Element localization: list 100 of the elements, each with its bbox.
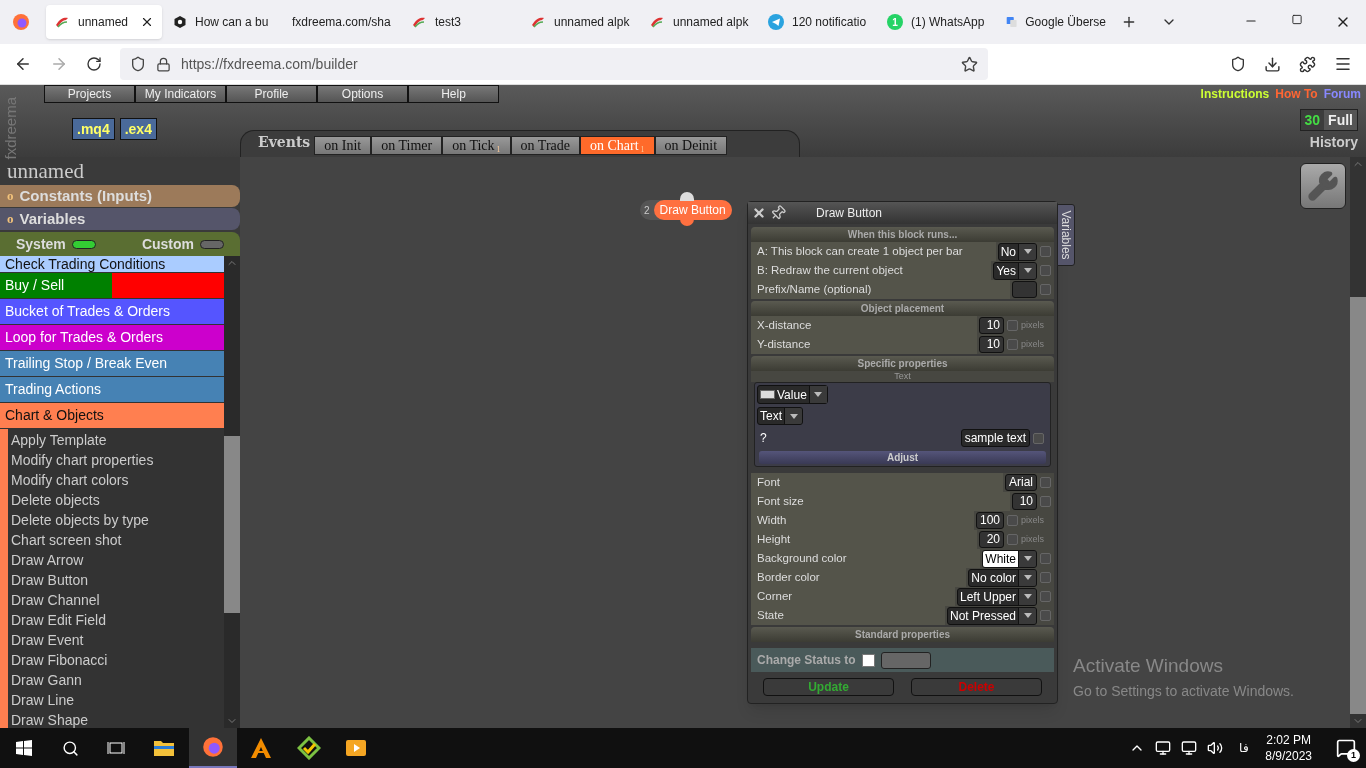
input-field[interactable]: 10 xyxy=(979,336,1004,353)
select-field[interactable]: Text xyxy=(757,407,803,425)
input-field[interactable]: 100 xyxy=(975,512,1004,529)
browser-tab[interactable]: unnamed xyxy=(46,5,162,39)
input-field[interactable]: Arial xyxy=(1005,474,1037,491)
status-field[interactable] xyxy=(880,651,931,669)
task-view-icon[interactable] xyxy=(107,740,125,756)
extensions-icon[interactable] xyxy=(1299,55,1316,73)
event-tab[interactable]: on Deinit xyxy=(654,136,728,155)
status-checkbox[interactable] xyxy=(861,653,875,667)
menu-item[interactable]: Profile xyxy=(226,85,317,103)
browser-tab[interactable]: 1 (1) WhatsApp xyxy=(879,5,995,39)
block-item[interactable]: Draw Arrow xyxy=(8,550,224,570)
folder-icon[interactable] xyxy=(153,739,175,757)
browser-tab[interactable]: How can a bu xyxy=(165,5,281,39)
category-item[interactable]: Check Trading Conditions xyxy=(0,256,224,273)
new-tab-icon[interactable] xyxy=(1121,14,1137,30)
text-value-field[interactable]: sample text xyxy=(960,429,1030,447)
block-item[interactable]: Modify chart properties xyxy=(8,450,224,470)
clock[interactable]: 2:02 PM 8/9/2023 xyxy=(1265,732,1312,764)
settings-button[interactable] xyxy=(1300,163,1346,209)
select-field[interactable]: No xyxy=(997,242,1037,261)
browser-tab[interactable]: 120 notificatio xyxy=(760,5,876,39)
category-item[interactable]: Loop for Trades & Orders xyxy=(0,325,224,351)
block-item[interactable]: Draw Line xyxy=(8,690,224,710)
update-button[interactable]: Update xyxy=(763,678,894,696)
browser-tab[interactable]: fxdreema.com/sha xyxy=(284,5,400,39)
checkbox[interactable] xyxy=(1033,432,1044,444)
select-field[interactable]: White xyxy=(982,549,1037,568)
checkbox[interactable] xyxy=(1007,515,1018,526)
adjust-button[interactable]: Adjust xyxy=(759,451,1046,464)
block-item[interactable]: Draw Event xyxy=(8,630,224,650)
event-tab[interactable]: on Trade xyxy=(510,136,580,155)
select-field[interactable]: Not Pressed xyxy=(946,606,1037,625)
back-icon[interactable] xyxy=(14,55,32,73)
input-field[interactable] xyxy=(1012,281,1037,298)
menu-icon[interactable] xyxy=(1334,55,1352,73)
block-item[interactable]: Draw Fibonacci xyxy=(8,650,224,670)
browser-logo-icon[interactable] xyxy=(12,13,30,31)
language-indicator[interactable]: فا xyxy=(1239,739,1250,757)
search-icon[interactable] xyxy=(62,739,79,757)
block-item[interactable]: Delete objects by type xyxy=(8,510,224,530)
checkbox[interactable] xyxy=(1040,246,1051,257)
canvas-scrollbar[interactable] xyxy=(1350,157,1366,728)
category-item[interactable]: Buy / Sell xyxy=(0,273,224,299)
lock-icon[interactable] xyxy=(156,56,171,72)
block-item[interactable]: Modify chart colors xyxy=(8,470,224,490)
checkbox[interactable] xyxy=(1040,284,1051,295)
category-item[interactable]: Trading Actions xyxy=(0,377,224,403)
close-icon[interactable] xyxy=(140,15,154,29)
block-item[interactable]: Draw Edit Field xyxy=(8,610,224,630)
bookmark-icon[interactable] xyxy=(961,55,978,73)
section-bar[interactable]: o Variables xyxy=(0,208,240,230)
browser-tab[interactable]: unnamed alpk xyxy=(641,5,757,39)
block-item[interactable]: Draw Button xyxy=(8,570,224,590)
menu-item[interactable]: My Indicators xyxy=(135,85,226,103)
diamond-logo-icon[interactable] xyxy=(297,736,321,760)
event-tab[interactable]: on Timer xyxy=(371,136,443,155)
block-item[interactable]: Draw Channel xyxy=(8,590,224,610)
checkbox[interactable] xyxy=(1040,265,1051,276)
scroll-thumb[interactable] xyxy=(224,436,240,613)
checkbox[interactable] xyxy=(1040,553,1051,564)
history-toggle[interactable]: 30 Full xyxy=(1299,109,1358,131)
browser-logo-icon[interactable] xyxy=(202,736,224,758)
triangle-logo-icon[interactable] xyxy=(249,736,273,760)
network-icon[interactable] xyxy=(1181,740,1198,756)
address-bar[interactable]: https://fxdreema.com/builder xyxy=(120,48,988,80)
category-item[interactable]: Chart & Objects xyxy=(0,403,224,429)
variables-side-tab[interactable]: Variables xyxy=(1057,204,1075,266)
category-item[interactable]: Bucket of Trades & Orders xyxy=(0,299,224,325)
scroll-thumb[interactable] xyxy=(1350,297,1366,714)
checkbox[interactable] xyxy=(1040,496,1051,507)
reload-icon[interactable] xyxy=(86,56,102,72)
checkbox[interactable] xyxy=(1040,610,1051,621)
checkbox[interactable] xyxy=(1007,339,1018,350)
shield-icon[interactable] xyxy=(130,56,146,72)
input-field[interactable]: 10 xyxy=(1012,493,1037,510)
select-field[interactable]: Left Upper xyxy=(956,587,1037,606)
output-connector[interactable] xyxy=(680,219,694,226)
menu-item[interactable]: Options xyxy=(317,85,408,103)
toggle-switch[interactable] xyxy=(200,239,224,249)
toggle-switch[interactable] xyxy=(71,239,96,249)
browser-tab[interactable]: test3 xyxy=(403,5,519,39)
event-tab[interactable]: on Tick$_{1}$ xyxy=(442,136,511,155)
block-item[interactable]: Draw Gann xyxy=(8,670,224,690)
checkbox[interactable] xyxy=(1040,477,1051,488)
menu-item[interactable]: Help xyxy=(408,85,499,103)
input-connector[interactable] xyxy=(680,192,694,201)
browser-tab[interactable]: unnamed alpk xyxy=(522,5,638,39)
checkbox[interactable] xyxy=(1007,534,1018,545)
block-item[interactable]: Apply Template xyxy=(8,430,224,450)
close-icon[interactable] xyxy=(752,206,766,220)
media-player-icon[interactable] xyxy=(345,737,367,759)
export-button[interactable]: .ex4 xyxy=(119,118,157,140)
browser-tab[interactable]: Google Überse xyxy=(998,5,1114,39)
scrollbar[interactable] xyxy=(224,256,240,728)
header-link[interactable]: Instructions xyxy=(1200,85,1270,103)
menu-item[interactable]: Projects xyxy=(44,85,135,103)
block-item[interactable]: Chart screen shot xyxy=(8,530,224,550)
select-field[interactable]: No color xyxy=(968,568,1037,587)
